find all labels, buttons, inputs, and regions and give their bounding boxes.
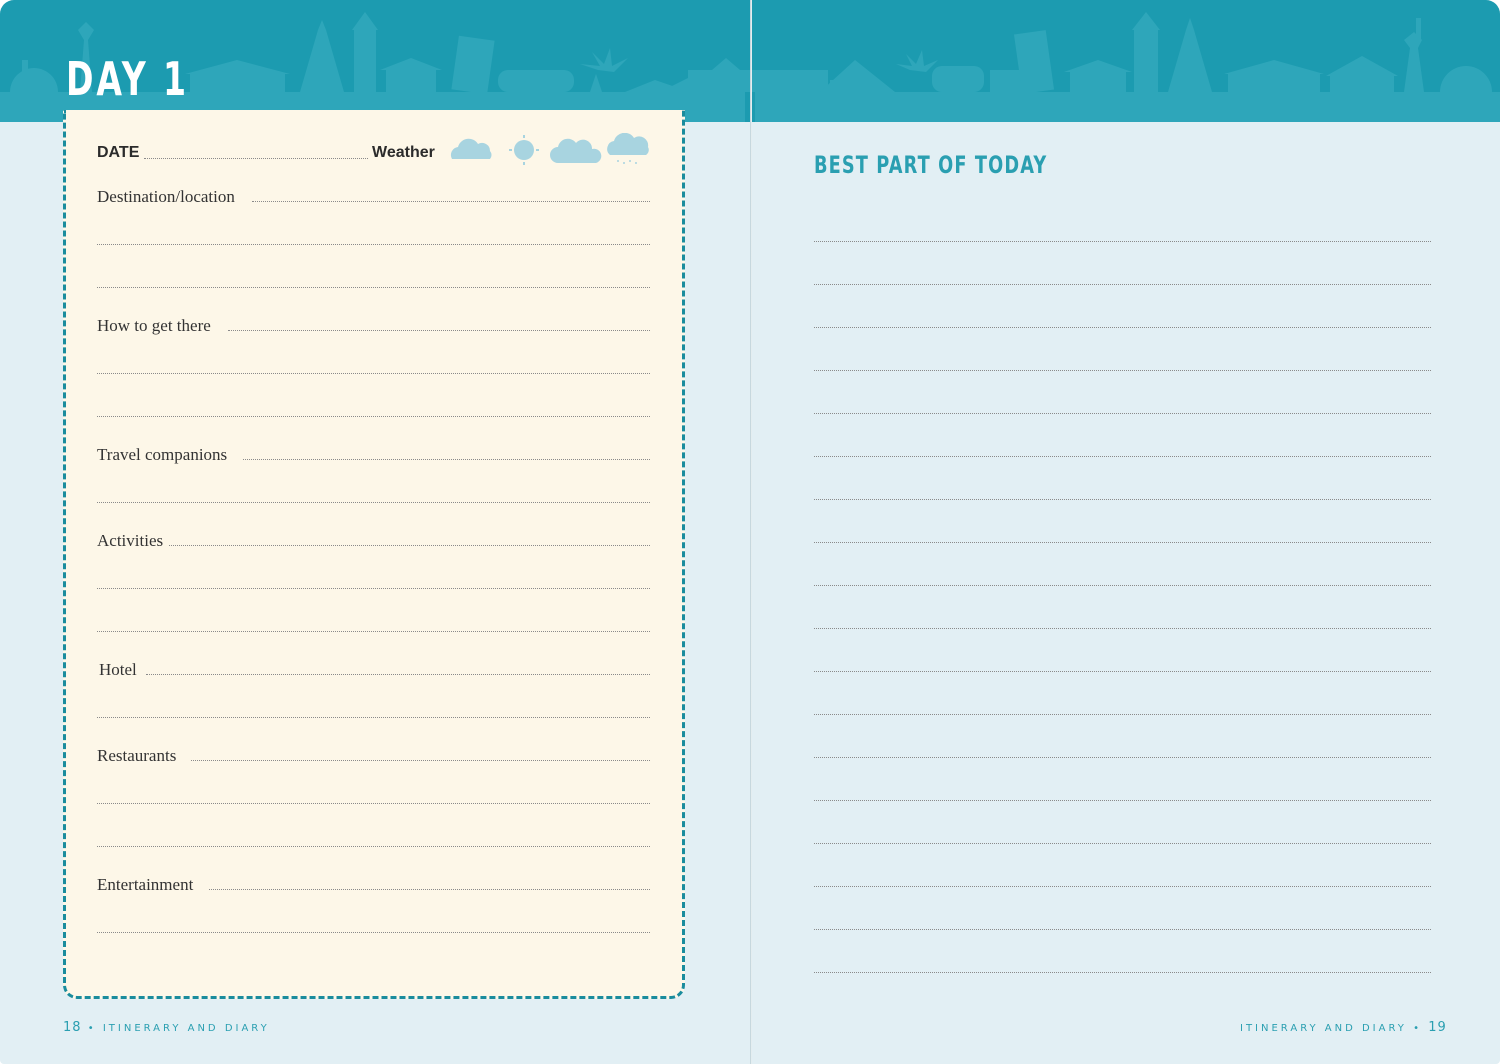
diary-write-line[interactable] (814, 628, 1431, 629)
weather-label: Weather (372, 144, 435, 161)
diary-write-line[interactable] (814, 241, 1431, 242)
how-to-get-there-write-line[interactable] (228, 330, 650, 331)
travel-companions-label: Travel companions (97, 446, 232, 463)
diary-write-line[interactable] (814, 800, 1431, 801)
restaurants-write-line[interactable] (97, 846, 650, 847)
diary-write-line[interactable] (814, 456, 1431, 457)
entertainment-label: Entertainment (97, 876, 198, 893)
activities-write-line[interactable] (169, 545, 650, 546)
left-page-footer: 18 • ITINERARY AND DIARY (63, 1020, 270, 1035)
diary-write-line[interactable] (814, 671, 1431, 672)
diary-write-line[interactable] (814, 499, 1431, 500)
diary-write-line[interactable] (814, 929, 1431, 930)
activities-write-line[interactable] (97, 588, 650, 589)
how-to-get-there-write-line[interactable] (97, 373, 650, 374)
diary-write-line[interactable] (814, 542, 1431, 543)
diary-write-line[interactable] (814, 585, 1431, 586)
folio-separator: • (1413, 1023, 1422, 1034)
folio-separator: • (87, 1023, 97, 1034)
restaurants-write-line[interactable] (191, 760, 650, 761)
book-spine (750, 0, 752, 1064)
destination-write-line[interactable] (97, 244, 650, 245)
travel-companions-write-line[interactable] (97, 502, 650, 503)
entertainment-write-line[interactable] (97, 932, 650, 933)
destination-write-line[interactable] (252, 201, 650, 202)
diary-write-line[interactable] (814, 413, 1431, 414)
diary-write-line[interactable] (814, 886, 1431, 887)
hotel-label: Hotel (99, 661, 141, 678)
how-to-get-there-label: How to get there (97, 317, 215, 334)
entertainment-write-line[interactable] (209, 889, 650, 890)
destination-write-line[interactable] (97, 287, 650, 288)
journal-spread: DAY 1 DATE Weather Destination/location … (0, 0, 1500, 1064)
diary-write-line[interactable] (814, 714, 1431, 715)
folio-title: ITINERARY AND DIARY (102, 1023, 270, 1034)
how-to-get-there-write-line[interactable] (97, 416, 650, 417)
diary-write-line[interactable] (814, 327, 1431, 328)
right-page-footer: ITINERARY AND DIARY • 19 (1240, 1020, 1447, 1035)
page-number: 19 (1428, 1020, 1447, 1035)
diary-write-line[interactable] (814, 370, 1431, 371)
best-part-title: BEST PART OF TODAY (814, 151, 1048, 179)
folio-title: ITINERARY AND DIARY (1240, 1023, 1407, 1034)
diary-write-line[interactable] (814, 757, 1431, 758)
activities-label: Activities (97, 532, 168, 549)
weather-icons (450, 133, 649, 165)
hotel-write-line[interactable] (146, 674, 650, 675)
cloud-icon[interactable] (450, 138, 492, 159)
restaurants-label: Restaurants (97, 747, 181, 764)
day-title: DAY 1 (66, 52, 189, 106)
date-label: DATE (97, 144, 140, 161)
page-number: 18 (63, 1020, 82, 1035)
diary-write-line[interactable] (814, 284, 1431, 285)
activities-write-line[interactable] (97, 631, 650, 632)
restaurants-write-line[interactable] (97, 803, 650, 804)
hotel-write-line[interactable] (97, 717, 650, 718)
sun-icon[interactable] (509, 135, 539, 165)
diary-write-line[interactable] (814, 843, 1431, 844)
diary-write-line[interactable] (814, 972, 1431, 973)
destination-label: Destination/location (97, 188, 239, 205)
rain-cloud-icon[interactable] (607, 133, 649, 164)
clouds-icon[interactable] (550, 138, 602, 163)
travel-companions-write-line[interactable] (243, 459, 650, 460)
date-write-line[interactable] (144, 158, 368, 159)
